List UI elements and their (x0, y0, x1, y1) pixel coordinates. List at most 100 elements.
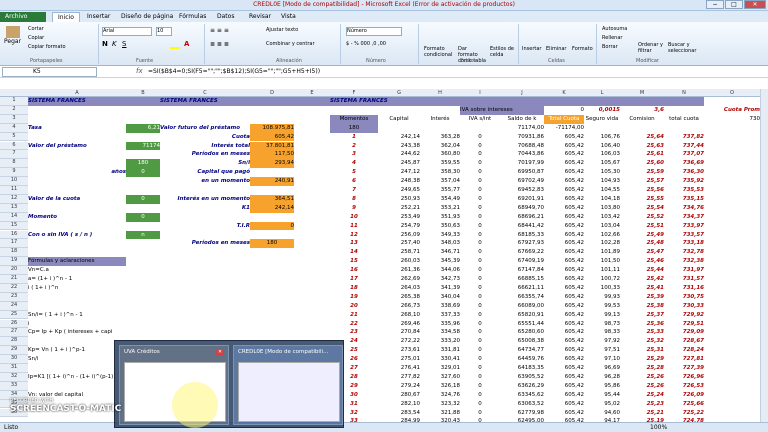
row-header[interactable]: 25 (0, 310, 28, 320)
table-row-comision[interactable]: 25,55 (620, 195, 664, 204)
row-header[interactable]: 33 (0, 381, 28, 391)
table-row-total[interactable]: 605,42 (544, 177, 584, 186)
table-row-capital[interactable]: 250,93 (378, 195, 420, 204)
table-row-saldo[interactable]: 67927,93 (500, 239, 544, 248)
table-row-seguro[interactable]: 104,93 (584, 177, 620, 186)
table-row-saldo[interactable]: 66621,11 (500, 284, 544, 293)
table-row-comision[interactable]: 25,49 (620, 231, 664, 240)
table-row-total-cuota[interactable]: 731,97 (664, 266, 704, 275)
table-row-interes[interactable]: 359,55 (420, 159, 460, 168)
table-row-interes[interactable]: 350,63 (420, 222, 460, 231)
column-header-n[interactable]: N (664, 89, 704, 97)
table-row-capital[interactable]: 247,12 (378, 168, 420, 177)
table-row-total[interactable]: 605,42 (544, 231, 584, 240)
table-row-interes[interactable]: 351,93 (420, 213, 460, 222)
table-row-saldo[interactable]: 70197,99 (500, 159, 544, 168)
table-row-capital[interactable]: 253,49 (378, 213, 420, 222)
table-row-capital[interactable]: 268,10 (378, 311, 420, 320)
table-row-comision[interactable]: 25,56 (620, 186, 664, 195)
formula-input[interactable]: =SI($B$4=0;SI(F5="";"";$B$12);SI(G5="";"… (148, 68, 320, 75)
table-row-total-cuota[interactable]: 726,09 (664, 391, 704, 400)
table-row-total-cuota[interactable]: 730,75 (664, 293, 704, 302)
table-row-total-cuota[interactable]: 735,92 (664, 177, 704, 186)
table-row-total[interactable]: 605,42 (544, 266, 584, 275)
table-row-comision[interactable]: 25,59 (620, 168, 664, 177)
value-interes-momento[interactable]: 364,51 (250, 194, 294, 204)
tab-vista[interactable]: Vista (276, 12, 301, 22)
table-row-total-cuota[interactable]: 727,81 (664, 355, 704, 364)
row-header[interactable]: 1 (0, 97, 28, 106)
table-row-total[interactable]: 605,42 (544, 142, 584, 151)
table-row-interes[interactable]: 329,01 (420, 364, 460, 373)
table-row-capital[interactable]: 254,79 (378, 222, 420, 231)
sort-filter-button[interactable]: Ordenar y filtrar (638, 42, 666, 54)
table-row-iva[interactable]: 0 (460, 284, 500, 293)
table-row-total-cuota[interactable]: 732,78 (664, 248, 704, 257)
table-row-seguro[interactable]: 95,02 (584, 400, 620, 409)
merge-center-button[interactable]: Combinar y centrar (266, 41, 315, 48)
table-row-momento[interactable]: 10 (330, 213, 378, 222)
table-row-seguro[interactable]: 94,60 (584, 409, 620, 418)
table-row-total-cuota[interactable]: 729,51 (664, 320, 704, 329)
table-row-saldo[interactable]: 68441,42 (500, 222, 544, 231)
table-row-capital[interactable]: 275,01 (378, 355, 420, 364)
table-row-iva[interactable]: 0 (460, 409, 500, 418)
table-row-total[interactable]: 605,42 (544, 328, 584, 337)
table-row-interes[interactable]: 337,33 (420, 311, 460, 320)
italic-button[interactable]: K (112, 41, 117, 48)
minimize-button[interactable]: − (706, 0, 724, 9)
table-row-interes[interactable]: 338,69 (420, 302, 460, 311)
row-header[interactable]: 19 (0, 257, 28, 267)
table-row-seguro[interactable]: 96,69 (584, 364, 620, 373)
table-row-momento[interactable]: 1 (330, 133, 378, 142)
table-row-total[interactable]: 605,42 (544, 337, 584, 346)
row-header[interactable]: 21 (0, 275, 28, 284)
table-row-total-cuota[interactable]: 737,82 (664, 133, 704, 142)
row-header[interactable]: 12 (0, 194, 28, 204)
table-row-total-cuota[interactable]: 733,18 (664, 239, 704, 248)
conditional-format-button[interactable]: Formato condicional (424, 46, 454, 58)
table-row-capital[interactable]: 261,36 (378, 266, 420, 275)
row-header[interactable]: 17 (0, 239, 28, 249)
table-row-comision[interactable]: 25,60 (620, 159, 664, 168)
row-header[interactable]: 11 (0, 186, 28, 195)
table-row-momento[interactable]: 8 (330, 195, 378, 204)
label-valor-cuota[interactable]: Valor de la cuota (28, 195, 126, 204)
formula-note[interactable]: Sn/i= ( 1 + i )^n - 1 (28, 311, 126, 320)
table-row-capital[interactable]: 243,38 (378, 142, 420, 151)
column-header-j[interactable]: J (500, 89, 544, 97)
table-row-momento[interactable]: 15 (330, 257, 378, 266)
value-valor-cuota[interactable]: 0 (126, 194, 160, 204)
value-meses[interactable]: 180 (126, 159, 160, 169)
label-valor-futuro[interactable]: Valor futuro del préstamo (160, 124, 250, 133)
table-row-iva[interactable]: 0 (460, 257, 500, 266)
table-row-momento[interactable]: 22 (330, 320, 378, 329)
label-iva-intereses[interactable]: IVA sobre intereses (460, 105, 544, 115)
table-row-comision[interactable]: 25,39 (620, 293, 664, 302)
table-row-total-cuota[interactable]: 730,33 (664, 302, 704, 311)
table-row-total[interactable]: 605,42 (544, 284, 584, 293)
table-row-momento[interactable]: 7 (330, 186, 378, 195)
table-row-iva[interactable]: 0 (460, 177, 500, 186)
table-row-iva[interactable]: 0 (460, 195, 500, 204)
maximize-button[interactable]: □ (725, 0, 743, 9)
table-row-saldo[interactable]: 66355,74 (500, 293, 544, 302)
formula-note[interactable]: i ( 1+ i )^n (28, 284, 126, 293)
row-header[interactable]: 9 (0, 168, 28, 178)
table-row-comision[interactable]: 25,29 (620, 355, 664, 364)
table-row-iva[interactable]: 0 (460, 275, 500, 284)
row-header[interactable]: 3 (0, 114, 28, 124)
table-row-iva[interactable]: 0 (460, 142, 500, 151)
table-row-comision[interactable]: 25,23 (620, 400, 664, 409)
autosum-button[interactable]: Autosuma (602, 26, 627, 33)
table-row-interes[interactable]: 346,71 (420, 248, 460, 257)
table-row-interes[interactable]: 342,73 (420, 275, 460, 284)
table-header[interactable]: Momentos (330, 114, 378, 124)
table-row-saldo[interactable]: 68949,70 (500, 204, 544, 213)
table-row-total-cuota[interactable]: 733,57 (664, 231, 704, 240)
label-interes-total[interactable]: Interés total (160, 142, 250, 151)
table-row-saldo[interactable]: 64183,35 (500, 364, 544, 373)
table-row-comision[interactable]: 25,61 (620, 150, 664, 159)
table-row-iva[interactable]: 0 (460, 168, 500, 177)
table-row-seguro[interactable]: 100,33 (584, 284, 620, 293)
